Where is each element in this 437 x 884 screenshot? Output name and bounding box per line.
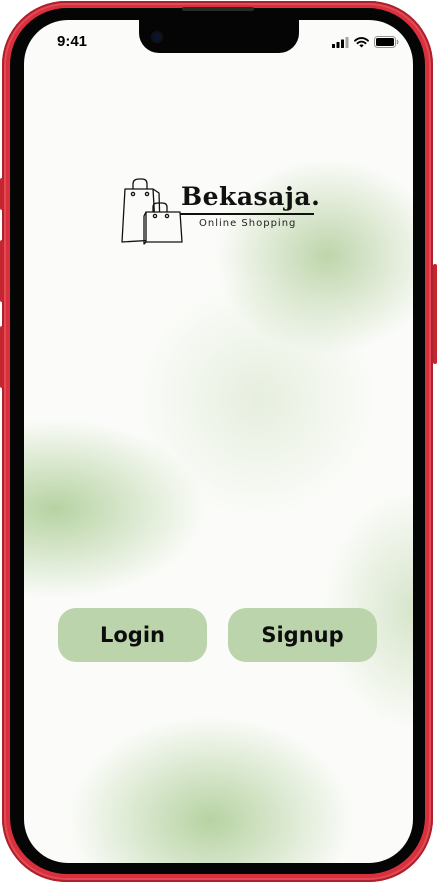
status-time: 9:41 bbox=[57, 33, 88, 50]
brand-name: Bekasaja. bbox=[181, 182, 321, 211]
brand-underline bbox=[180, 213, 314, 215]
phone-mockup: 9:41 Bekasaja. Online Shopping Login Sig… bbox=[0, 0, 437, 884]
brand-tagline: Online Shopping bbox=[199, 218, 297, 229]
login-button[interactable]: Login bbox=[58, 608, 207, 662]
mute-switch bbox=[0, 178, 4, 210]
status-icons bbox=[332, 36, 399, 48]
power-button bbox=[433, 264, 437, 364]
notch bbox=[139, 20, 299, 53]
app-logo: Bekasaja. Online Shopping bbox=[120, 178, 320, 250]
volume-up-button bbox=[0, 240, 4, 302]
front-camera bbox=[151, 31, 163, 43]
app-screen: 9:41 Bekasaja. Online Shopping Login Sig… bbox=[24, 20, 413, 863]
wifi-icon bbox=[354, 36, 369, 47]
shopping-bags-icon bbox=[121, 178, 183, 245]
signal-bars-icon bbox=[332, 36, 349, 48]
volume-down-button bbox=[0, 326, 4, 388]
earpiece-speaker bbox=[182, 7, 254, 11]
battery-icon bbox=[374, 36, 399, 48]
signup-button[interactable]: Signup bbox=[228, 608, 377, 662]
